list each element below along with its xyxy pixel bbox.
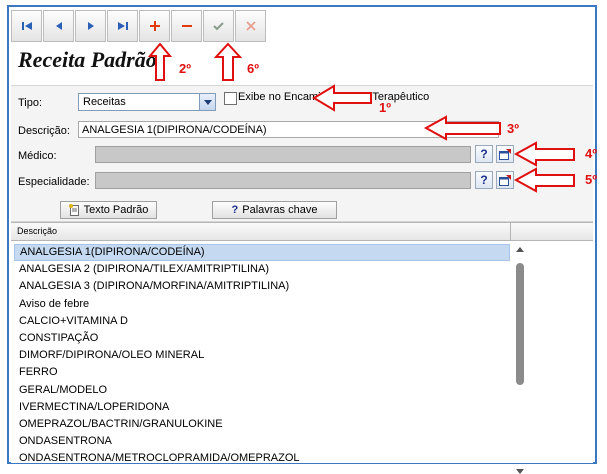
arrow-3-icon xyxy=(423,115,501,141)
arrow-6-icon xyxy=(213,42,243,81)
arrow-2-icon xyxy=(147,42,173,81)
annotation-4: 4º xyxy=(585,146,597,161)
arrow-4-icon xyxy=(513,141,575,167)
arrow-5-icon xyxy=(513,167,575,193)
annotation-6: 6º xyxy=(247,61,259,76)
annotation-arrows xyxy=(147,42,575,193)
annotation-3: 3º xyxy=(507,121,519,136)
annotation-2: 2º xyxy=(179,61,191,76)
annotation-5: 5º xyxy=(585,172,597,187)
arrow-1-icon xyxy=(312,84,372,112)
annotation-1: 1º xyxy=(379,100,391,115)
